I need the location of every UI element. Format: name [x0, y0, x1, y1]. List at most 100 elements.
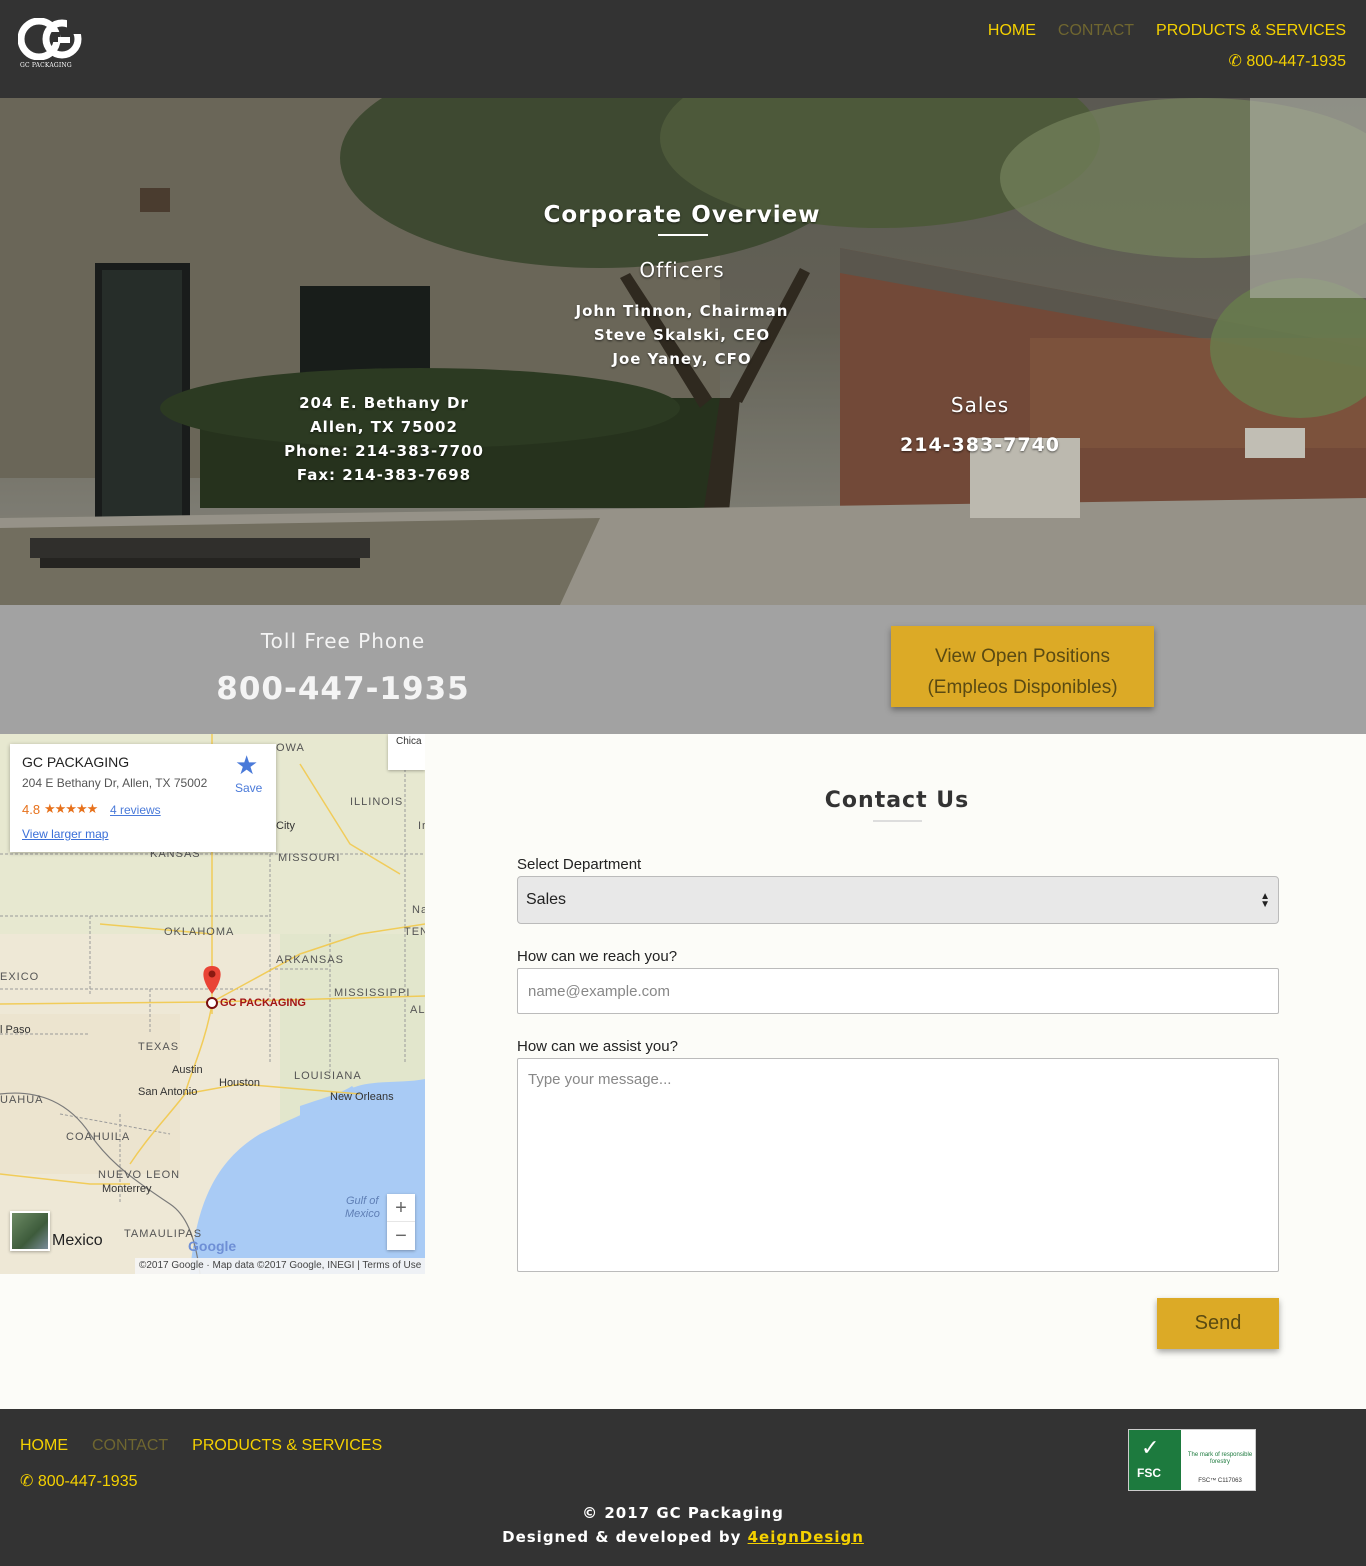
place-info-card: GC PACKAGING 204 E Bethany Dr, Allen, TX… [10, 744, 276, 852]
main-nav: HOME CONTACT PRODUCTS & SERVICES [988, 22, 1346, 40]
department-label: Select Department [517, 856, 642, 873]
officers-heading: Officers [639, 258, 725, 282]
header-phone-number: 800-447-1935 [1246, 53, 1346, 70]
map-label-iowa: OWA [276, 742, 305, 754]
fsc-green-panel: ✓ FSC [1129, 1430, 1181, 1490]
department-selected-value: Sales [526, 891, 567, 908]
map-label-ten: TEN [404, 926, 425, 938]
fsc-certification-logo: ✓ FSC The mark of responsible forestry F… [1128, 1429, 1256, 1491]
toll-free-band: Toll Free Phone 800-447-1935 View Open P… [0, 605, 1366, 734]
gc-logo[interactable]: GC PACKAGING [18, 18, 88, 72]
save-place-button[interactable]: Save [235, 781, 262, 795]
email-field[interactable] [517, 968, 1279, 1014]
hero-title-underline [658, 234, 708, 236]
officer-ceo: Steve Skalski, CEO [593, 326, 771, 344]
map-label-louisiana: LOUISIANA [294, 1070, 362, 1082]
footer-nav-products-services[interactable]: PRODUCTS & SERVICES [192, 1437, 382, 1455]
corporate-address: 204 E. Bethany Dr Allen, TX 75002 Phone:… [234, 391, 534, 487]
zoom-controls: + − [387, 1194, 415, 1250]
google-logo: Google [188, 1238, 237, 1254]
officers-list: John Tinnon, Chairman Steve Skalski, CEO… [532, 299, 832, 371]
map-label-il: Ir [418, 820, 425, 832]
fsc-code: FSC™ C117063 [1198, 1478, 1242, 1484]
department-select[interactable]: Sales ▲ ▼ [517, 876, 1279, 924]
rating-stars-icon: ★★★★★ [44, 801, 98, 816]
gc-logo-mark [18, 18, 85, 60]
map-label-texas: TEXAS [138, 1041, 180, 1053]
footer-nav-contact[interactable]: CONTACT [92, 1437, 168, 1455]
zoom-in-button[interactable]: + [387, 1194, 415, 1222]
map-label-arkansas: ARKANSAS [276, 954, 344, 966]
positions-button-line2: (Empleos Disponibles) [927, 676, 1118, 698]
map-label-gulf: Gulf of [346, 1195, 379, 1207]
map-label-houston: Houston [219, 1077, 260, 1089]
satellite-toggle[interactable] [10, 1211, 50, 1251]
site-header: GC PACKAGING HOME CONTACT PRODUCTS & SER… [0, 0, 1366, 98]
place-rating: 4.8 [22, 802, 41, 817]
map-attribution[interactable]: ©2017 Google · Map data ©2017 Google, IN… [135, 1258, 425, 1274]
phone-icon: ✆ [20, 1473, 34, 1490]
view-larger-map-link[interactable]: View larger map [22, 827, 108, 841]
officer-cfo: Joe Yaney, CFO [612, 350, 752, 368]
copyright-block: © 2017 GC Packaging Designed & developed… [383, 1501, 983, 1549]
map-label-monterrey: Monterrey [102, 1183, 152, 1195]
toll-free-label: Toll Free Phone [260, 629, 426, 653]
hero-banner: Corporate Overview Officers John Tinnon,… [0, 98, 1366, 605]
header-phone-link[interactable]: ✆ 800-447-1935 [1229, 51, 1347, 71]
map-label-mexico-state: EXICO [0, 971, 40, 983]
assist-label: How can we assist you? [517, 1038, 678, 1055]
nav-contact[interactable]: CONTACT [1058, 22, 1134, 40]
message-field[interactable] [517, 1058, 1279, 1272]
map-label-new-orleans: New Orleans [330, 1091, 394, 1103]
map-label-austin: Austin [172, 1064, 203, 1076]
designed-by-line: Designed & developed by 4eignDesign [383, 1525, 983, 1549]
address-street: 204 E. Bethany Dr [299, 394, 469, 412]
map-label-nuevo-leon: NUEVO LEON [98, 1169, 181, 1181]
map-label-na: Na [412, 904, 425, 916]
map-label-oklahoma: OKLAHOMA [164, 926, 235, 938]
view-open-positions-button[interactable]: View Open Positions (Empleos Disponibles… [891, 626, 1154, 707]
tree-icon: ✓ [1141, 1436, 1160, 1461]
phone-icon: ✆ [1228, 53, 1242, 70]
map-label-el-paso: l Paso [0, 1024, 31, 1036]
nav-products-services[interactable]: PRODUCTS & SERVICES [1156, 22, 1346, 40]
fsc-tagline: The mark of responsible forestry [1187, 1452, 1253, 1465]
map-label-chicago: Chica [396, 736, 422, 747]
fsc-brand: FSC [1137, 1466, 1161, 1480]
contact-title: Contact Us [824, 788, 970, 813]
footer-phone-link[interactable]: ✆ 800-447-1935 [20, 1471, 138, 1491]
sales-phone: 214-383-7740 [900, 434, 1060, 456]
place-name: GC PACKAGING [22, 754, 130, 770]
designer-link[interactable]: 4eignDesign [748, 1528, 864, 1546]
officer-chairman: John Tinnon, Chairman [575, 302, 789, 320]
google-map[interactable]: Chica OWA ILLINOIS City Ir KANSAS MISSOU… [0, 734, 425, 1274]
map-label-coahuila: COAHUILA [66, 1131, 131, 1143]
place-address: 204 E Bethany Dr, Allen, TX 75002 [22, 776, 208, 790]
map-label-missouri: MISSOURI [278, 852, 341, 864]
map-label-san-antonio: San Antonio [138, 1086, 198, 1098]
reviews-link[interactable]: 4 reviews [110, 803, 161, 817]
nav-home[interactable]: HOME [988, 22, 1036, 40]
zoom-out-button[interactable]: − [387, 1222, 415, 1250]
send-button[interactable]: Send [1157, 1298, 1279, 1349]
reach-label: How can we reach you? [517, 948, 678, 965]
toll-free-number: 800-447-1935 [216, 671, 470, 707]
map-label-chihuahua: UAHUA [0, 1094, 44, 1106]
address-fax: Fax: 214-383-7698 [296, 466, 472, 484]
map-label-city: City [276, 820, 295, 832]
map-label-mexico: Mexico [52, 1232, 103, 1249]
hero-title: Corporate Overview [543, 202, 821, 228]
map-label-mississippi: MISSISSIPPI [334, 987, 411, 999]
select-arrows-icon: ▲ ▼ [1260, 891, 1270, 910]
map-label-gulf-2: Mexico [345, 1208, 380, 1220]
site-footer: HOME CONTACT PRODUCTS & SERVICES ✆ 800-4… [0, 1409, 1366, 1566]
map-pin-label[interactable]: GC PACKAGING [220, 997, 306, 1009]
footer-nav-home[interactable]: HOME [20, 1437, 68, 1455]
logo-text: GC PACKAGING [20, 62, 72, 69]
sales-heading: Sales [950, 393, 1010, 417]
footer-phone-number: 800-447-1935 [37, 1473, 138, 1490]
address-city: Allen, TX 75002 [310, 418, 458, 436]
map-label-illinois: ILLINOIS [350, 796, 404, 808]
footer-nav: HOME CONTACT PRODUCTS & SERVICES [20, 1437, 382, 1455]
star-icon[interactable]: ★ [235, 750, 258, 781]
